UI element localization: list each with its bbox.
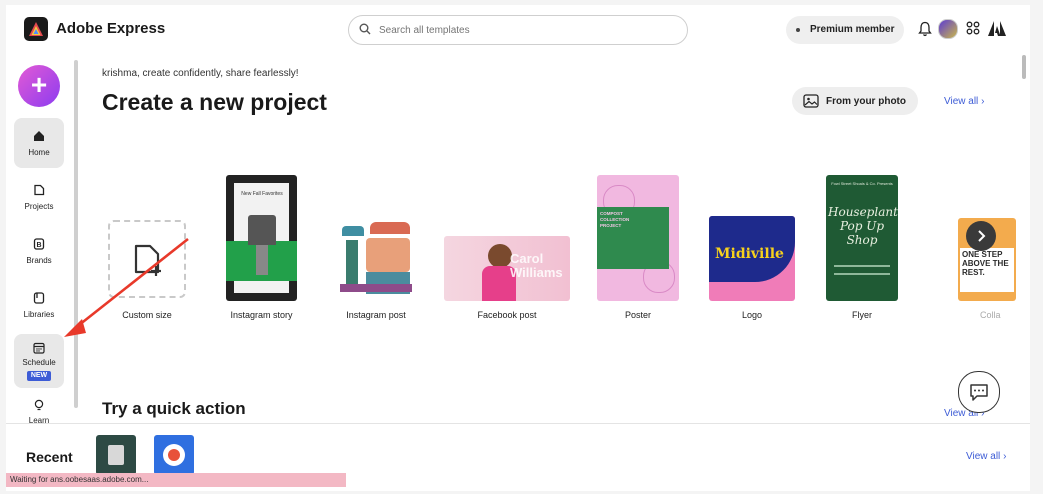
sidebar-item-label: Schedule xyxy=(22,358,56,367)
instagram-post-thumb xyxy=(336,220,416,298)
card-label: Logo xyxy=(741,310,763,320)
premium-label: Premium member xyxy=(810,24,895,35)
card-poster[interactable]: COMPOST COLLECTION PROJECT Poster xyxy=(597,175,679,320)
card-label: Poster xyxy=(624,310,651,320)
facebook-post-thumb: Carol Williams xyxy=(444,236,570,301)
annotation-arrow xyxy=(64,237,189,337)
card-label: Instagram post xyxy=(346,310,406,320)
search-input[interactable] xyxy=(377,20,671,40)
sidebar-item-learn[interactable]: Learn xyxy=(14,395,64,425)
brands-icon: B xyxy=(33,238,45,250)
sidebar-item-label: Home xyxy=(28,148,50,157)
sidebar-item-home[interactable]: Home xyxy=(14,118,64,168)
logo-thumb-text: Midiville xyxy=(715,246,784,262)
photo-icon xyxy=(803,94,819,108)
from-photo-label: From your photo xyxy=(826,96,906,107)
adobe-logo-icon[interactable] xyxy=(988,21,1006,36)
quick-action-title: Try a quick action xyxy=(102,399,246,418)
from-your-photo-button[interactable]: From your photo xyxy=(792,87,918,115)
greeting-text: krishma, create confidently, share fearl… xyxy=(102,68,299,79)
adobe-express-logo[interactable] xyxy=(24,17,48,41)
create-new-button[interactable]: + xyxy=(18,65,60,107)
main-scrollbar[interactable] xyxy=(1022,55,1026,79)
chevron-right-icon xyxy=(978,230,986,242)
libraries-icon xyxy=(33,292,45,304)
home-icon xyxy=(34,131,44,141)
view-all-link[interactable]: View all › xyxy=(944,96,984,107)
card-logo[interactable]: Midiville Logo xyxy=(709,216,795,320)
card-facebook-post[interactable]: Carol Williams Facebook post xyxy=(444,236,570,320)
chevron-right-icon: › xyxy=(1003,451,1007,462)
app-window: Adobe Express Premium member xyxy=(6,5,1030,491)
logo-thumb: Midiville xyxy=(709,216,795,301)
section-divider xyxy=(6,423,1030,424)
user-avatar[interactable] xyxy=(938,19,958,39)
story-thumb-text: New Fall Favorites xyxy=(241,191,283,197)
browser-status-bar: Waiting for ans.oobesaas.adobe.com... xyxy=(6,473,346,487)
card-label: Instagram story xyxy=(230,310,293,320)
poster-thumb-text: COMPOST COLLECTION PROJECT xyxy=(600,211,630,228)
card-label: Colla xyxy=(980,310,1001,320)
projects-icon xyxy=(34,184,45,196)
card-label: Flyer xyxy=(852,310,872,320)
poster-thumb: COMPOST COLLECTION PROJECT xyxy=(597,175,679,301)
express-logo-icon xyxy=(29,22,43,36)
card-label: Facebook post xyxy=(477,310,537,320)
premium-member-button[interactable]: Premium member xyxy=(786,16,904,44)
new-badge: NEW xyxy=(27,371,51,381)
sidebar-item-label: Projects xyxy=(24,202,54,211)
recent-view-all-link[interactable]: View all › xyxy=(966,451,1006,462)
chevron-right-icon: › xyxy=(981,96,985,107)
recent-item[interactable] xyxy=(154,435,194,475)
top-bar: Adobe Express Premium member xyxy=(6,5,1030,55)
sidebar-item-projects[interactable]: Projects xyxy=(14,172,64,222)
recent-title: Recent xyxy=(26,449,73,465)
view-all-label: View all xyxy=(944,96,979,107)
view-all-label: View all xyxy=(966,451,1001,462)
card-flyer[interactable]: Fowl Street Shoals & Co. Presents Housep… xyxy=(826,175,898,320)
page-title: Create a new project xyxy=(102,89,327,115)
flyer-thumb: Fowl Street Shoals & Co. Presents Housep… xyxy=(826,175,898,301)
chat-icon xyxy=(970,384,988,401)
lightbulb-icon xyxy=(34,399,44,411)
card-instagram-post[interactable]: Instagram post xyxy=(336,220,416,320)
chat-feedback-button[interactable] xyxy=(958,371,1000,413)
facebook-thumb-text: Carol Williams xyxy=(510,251,563,280)
search-bar[interactable] xyxy=(348,15,688,45)
premium-dot-icon xyxy=(796,28,800,32)
app-title: Adobe Express xyxy=(56,20,166,37)
flyer-small-text: Fowl Street Shoals & Co. Presents xyxy=(831,181,893,186)
bell-icon[interactable] xyxy=(918,21,932,37)
card-instagram-story[interactable]: New Fall Favorites Instagram story xyxy=(226,175,297,320)
collage-thumb-text: ONE STEP ABOVE THE REST. xyxy=(962,250,1009,277)
search-icon xyxy=(359,23,371,35)
carousel-next-button[interactable] xyxy=(966,221,996,251)
recent-item[interactable] xyxy=(96,435,136,475)
svg-text:B: B xyxy=(36,242,41,249)
instagram-story-thumb: New Fall Favorites xyxy=(226,175,297,301)
calendar-icon xyxy=(33,342,45,354)
apps-grid-icon[interactable] xyxy=(966,21,980,35)
flyer-title-text: Houseplant Pop Up Shop xyxy=(828,205,898,247)
